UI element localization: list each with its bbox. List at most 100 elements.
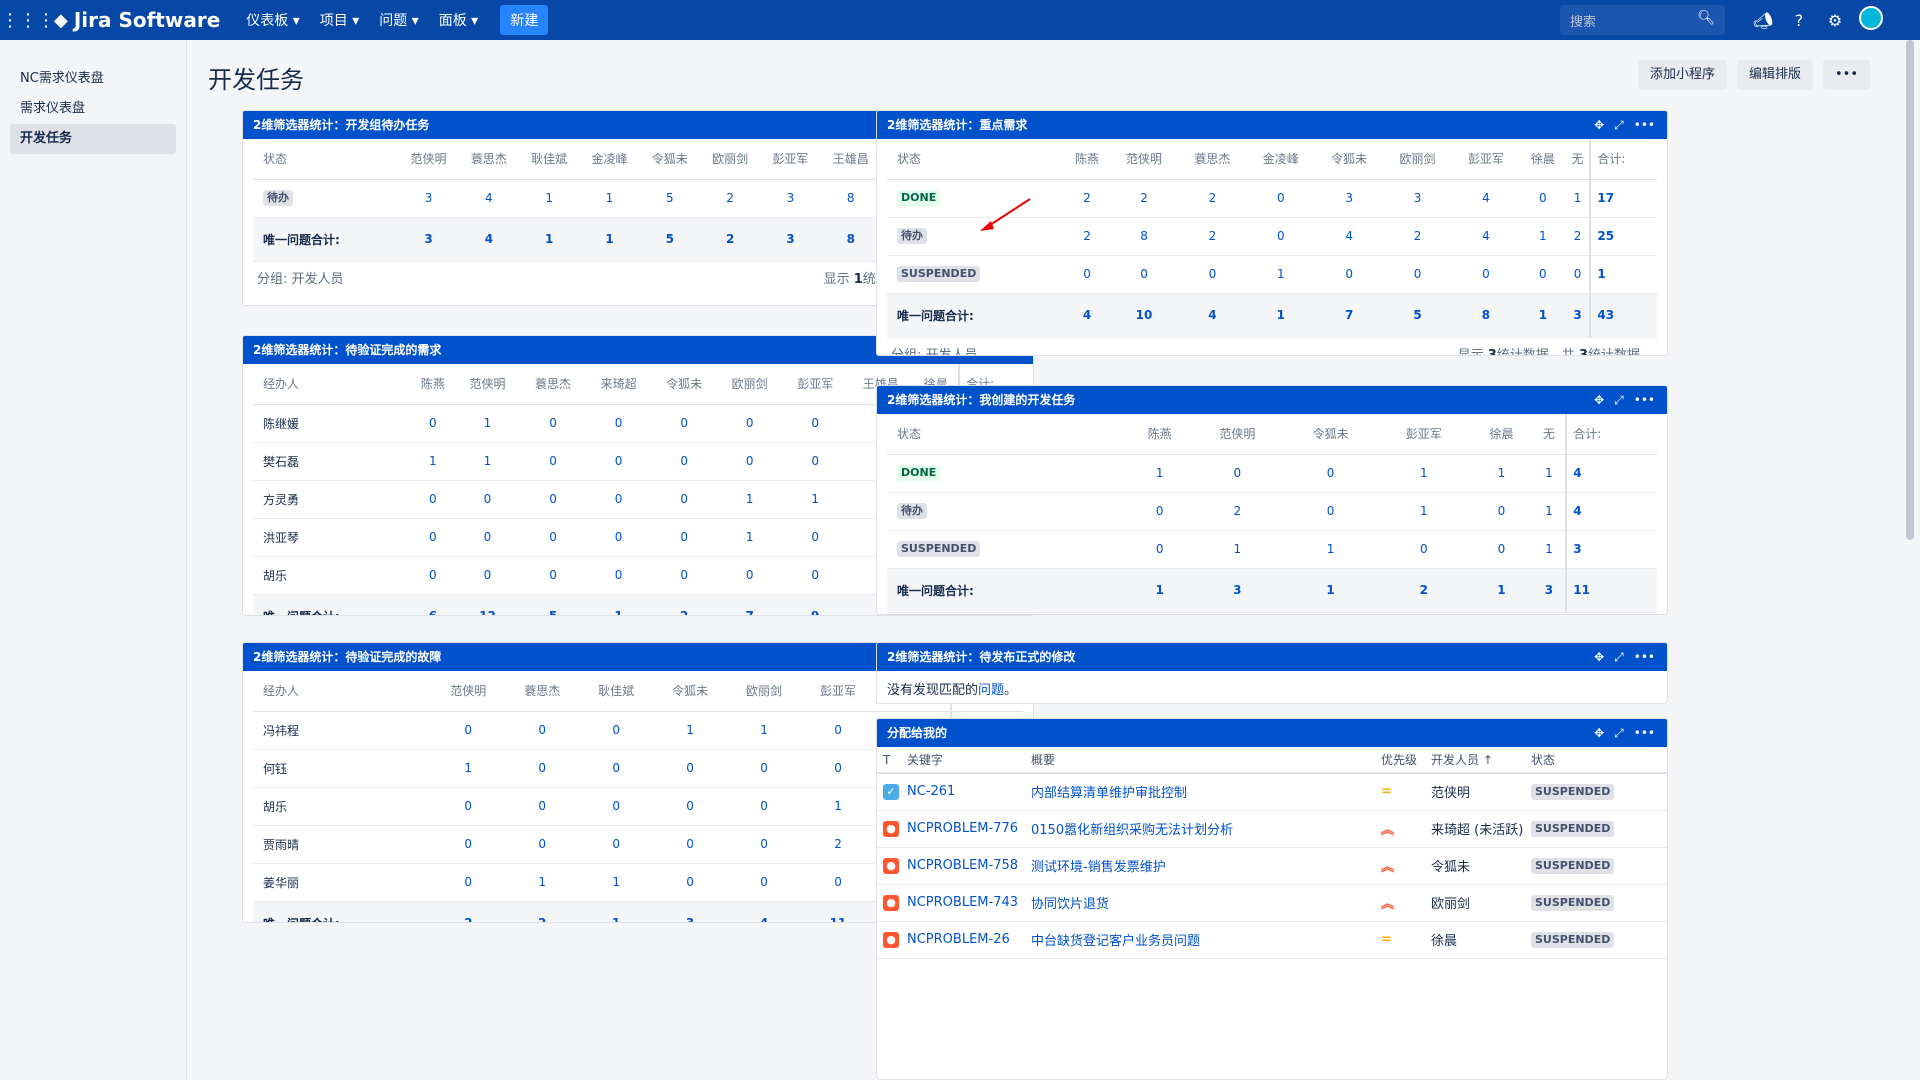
count-cell[interactable]: 0 xyxy=(782,556,848,595)
count-cell[interactable]: 0 xyxy=(411,480,455,519)
sidebar-item[interactable]: NC需求仪表盘 xyxy=(10,64,176,94)
count-cell[interactable]: 8 xyxy=(1109,217,1179,256)
issue-summary-link[interactable]: 测试环境-销售发票维护 xyxy=(1031,860,1166,875)
status-lozenge[interactable]: SUSPENDED xyxy=(897,541,981,557)
count-cell[interactable]: 0 xyxy=(727,863,802,902)
count-cell[interactable]: 1 xyxy=(519,179,580,218)
sum-cell[interactable]: 4 xyxy=(727,901,802,922)
count-cell[interactable]: 0 xyxy=(1520,255,1566,294)
count-cell[interactable]: 1 xyxy=(505,863,580,902)
count-cell[interactable]: 0 xyxy=(651,480,717,519)
count-cell[interactable]: 1 xyxy=(1532,492,1567,531)
count-cell[interactable]: 0 xyxy=(585,518,652,557)
issue-key-link[interactable]: NC-261 xyxy=(907,784,955,799)
count-cell[interactable]: 1 xyxy=(1520,217,1566,256)
issue-summary-link[interactable]: 0150嚣化新组织采购无法计划分析 xyxy=(1031,823,1233,838)
move-icon[interactable]: ✥ xyxy=(1594,643,1604,671)
count-cell[interactable]: 2 xyxy=(699,179,761,218)
count-cell[interactable]: 4 xyxy=(458,179,520,218)
sum-cell[interactable]: 4 xyxy=(1178,293,1247,338)
sidebar-item[interactable]: 开发任务 xyxy=(10,124,176,154)
count-cell[interactable]: 0 xyxy=(585,480,652,519)
count-cell[interactable]: 2 xyxy=(1178,179,1247,218)
move-icon[interactable]: ✥ xyxy=(1594,111,1604,139)
count-cell[interactable]: 0 xyxy=(1190,454,1284,493)
count-cell[interactable]: 1 xyxy=(411,442,455,481)
sum-cell[interactable]: 3 xyxy=(1532,568,1567,613)
gadget-menu-icon[interactable]: ••• xyxy=(1634,111,1655,139)
sum-cell[interactable]: 2 xyxy=(431,901,506,922)
sum-cell[interactable]: 3 xyxy=(1565,293,1591,338)
count-cell[interactable]: 0 xyxy=(579,749,654,788)
column-header[interactable]: 优先级 xyxy=(1375,747,1425,774)
row-total[interactable]: 17 xyxy=(1589,179,1657,218)
add-gadget-button[interactable]: 添加小程序 xyxy=(1637,60,1727,90)
count-cell[interactable]: 2 xyxy=(1178,217,1247,256)
count-cell[interactable]: 0 xyxy=(1383,255,1452,294)
count-cell[interactable]: 4 xyxy=(1451,179,1521,218)
count-cell[interactable]: 0 xyxy=(1283,492,1378,531)
sum-cell[interactable]: 10 xyxy=(1109,293,1179,338)
column-header[interactable]: 概要 xyxy=(1025,747,1375,774)
count-cell[interactable]: 0 xyxy=(1470,530,1533,569)
grand-total[interactable]: 43 xyxy=(1589,293,1657,338)
sum-cell[interactable]: 5 xyxy=(1383,293,1452,338)
sum-cell[interactable]: 2 xyxy=(1377,568,1471,613)
count-cell[interactable]: 0 xyxy=(520,556,586,595)
count-cell[interactable]: 0 xyxy=(1451,255,1521,294)
sum-cell[interactable]: 12 xyxy=(454,594,521,615)
count-cell[interactable]: 1 xyxy=(1128,454,1191,493)
nav-menu-item[interactable]: 项目 ▾ xyxy=(310,10,369,30)
count-cell[interactable]: 1 xyxy=(1532,454,1567,493)
count-cell[interactable]: 0 xyxy=(579,711,654,750)
count-cell[interactable]: 0 xyxy=(585,556,652,595)
settings-gear-icon[interactable]: ⚙ xyxy=(1817,11,1853,30)
count-cell[interactable]: 0 xyxy=(1283,454,1378,493)
count-cell[interactable]: 2 xyxy=(1190,492,1284,531)
status-lozenge[interactable]: 待办 xyxy=(263,190,293,206)
count-cell[interactable]: 0 xyxy=(716,442,783,481)
sum-cell[interactable]: 2 xyxy=(699,217,761,262)
sum-cell[interactable]: 1 xyxy=(519,217,580,262)
count-cell[interactable]: 1 xyxy=(1532,530,1567,569)
issue-summary-link[interactable]: 协同饮片退货 xyxy=(1031,897,1109,912)
row-total[interactable]: 1 xyxy=(1589,255,1657,294)
sum-cell[interactable]: 4 xyxy=(1064,293,1110,338)
count-cell[interactable]: 1 xyxy=(1470,454,1533,493)
count-cell[interactable]: 0 xyxy=(411,404,455,443)
issue-summary-link[interactable]: 中台缺货登记客户业务员问题 xyxy=(1031,934,1200,949)
sum-cell[interactable]: 1 xyxy=(1520,293,1566,338)
count-cell[interactable]: 0 xyxy=(727,787,802,826)
sum-cell[interactable]: 1 xyxy=(1246,293,1315,338)
sum-cell[interactable]: 1 xyxy=(579,901,654,922)
sum-cell[interactable]: 1 xyxy=(1470,568,1533,613)
count-cell[interactable]: 0 xyxy=(520,442,586,481)
sum-cell[interactable]: 3 xyxy=(653,901,728,922)
count-cell[interactable]: 0 xyxy=(454,556,521,595)
count-cell[interactable]: 0 xyxy=(782,518,848,557)
count-cell[interactable]: 3 xyxy=(760,179,821,218)
column-header[interactable]: T xyxy=(877,747,901,774)
count-cell[interactable]: 0 xyxy=(651,518,717,557)
count-cell[interactable]: 0 xyxy=(579,825,654,864)
maximize-icon[interactable]: ⤢ xyxy=(1614,719,1624,747)
status-lozenge[interactable]: DONE xyxy=(897,465,941,481)
count-cell[interactable]: 0 xyxy=(782,404,848,443)
sum-cell[interactable]: 1 xyxy=(1283,568,1378,613)
sum-cell[interactable]: 11 xyxy=(801,901,875,922)
count-cell[interactable]: 2 xyxy=(801,825,875,864)
count-cell[interactable]: 1 xyxy=(716,518,783,557)
count-cell[interactable]: 0 xyxy=(801,749,875,788)
issue-key-link[interactable]: NCPROBLEM-26 xyxy=(907,932,1010,947)
column-header[interactable]: 状态 xyxy=(1525,747,1667,774)
more-options-button[interactable]: ••• xyxy=(1822,60,1870,90)
count-cell[interactable]: 2 xyxy=(1064,179,1110,218)
count-cell[interactable]: 4 xyxy=(1314,217,1384,256)
page-scrollbar[interactable] xyxy=(1900,40,1920,1080)
jira-logo[interactable]: ◆ Jira Software xyxy=(54,8,220,32)
count-cell[interactable]: 3 xyxy=(1383,179,1452,218)
grand-total[interactable]: 11 xyxy=(1565,568,1657,613)
issue-key-link[interactable]: NCPROBLEM-776 xyxy=(907,821,1018,836)
count-cell[interactable]: 0 xyxy=(505,825,580,864)
gadget-menu-icon[interactable]: ••• xyxy=(1634,386,1655,414)
